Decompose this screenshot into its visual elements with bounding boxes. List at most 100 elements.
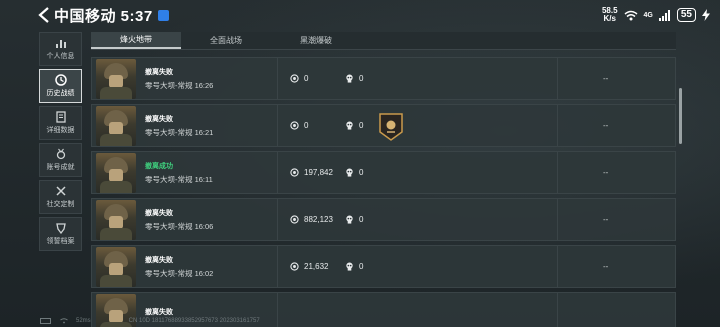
divider — [557, 58, 558, 99]
tab-full-battle[interactable]: 全面战场 — [181, 32, 271, 49]
back-arrow-icon[interactable] — [38, 7, 50, 23]
sidebar: 个人信息 历史战绩 详细数据 账号成就 社交定制 领誓档案 — [39, 32, 82, 251]
sidebar-item-achievements[interactable]: 账号成就 — [39, 143, 82, 177]
extra-stat: -- — [603, 74, 609, 83]
record-info: 撤离失败 零号大坝-常规 16:26 — [145, 67, 275, 91]
bar-chart-icon — [55, 40, 66, 48]
extra-stat: -- — [603, 168, 609, 177]
ping: 52ms — [76, 318, 91, 324]
match-record-row[interactable]: 撤离成功 零号大坝-常规 16:11 197,842 0 -- — [91, 151, 676, 194]
network-speed: 58.5 K/s — [601, 6, 618, 23]
shield-icon — [55, 223, 66, 234]
map-time: 零号大坝-常规 16:02 — [145, 268, 214, 278]
app-notification-icon — [157, 9, 169, 21]
map-time: 零号大坝-常规 16:06 — [145, 221, 214, 231]
sidebar-item-label: 社交定制 — [46, 201, 75, 208]
extra-stat: -- — [603, 262, 609, 271]
sidebar-item-label: 账号成就 — [46, 164, 75, 171]
document-icon — [55, 111, 66, 123]
sidebar-item-details[interactable]: 详细数据 — [39, 106, 82, 140]
extraction-result: 撤离失败 — [145, 68, 173, 76]
kill-count: 0 — [345, 74, 363, 83]
map-time: 零号大坝-常规 16:26 — [145, 80, 214, 90]
status-icons: 58.5 K/s 4G 55 — [602, 7, 710, 23]
coin-icon — [290, 74, 299, 83]
scrollbar[interactable] — [679, 88, 682, 144]
operator-avatar — [96, 246, 136, 287]
operator-avatar — [96, 199, 136, 240]
sidebar-item-profile[interactable]: 个人信息 — [39, 32, 82, 66]
match-record-row[interactable]: 撤离失败 零号大坝-常规 16:21 0 0 -- — [91, 104, 676, 147]
charging-bolt-icon — [702, 9, 710, 21]
extraction-result: 撤离失败 — [145, 309, 173, 316]
map-time: 零号大坝-常规 16:11 — [145, 174, 213, 184]
coin-icon — [290, 262, 299, 271]
sidebar-item-label: 详细数据 — [46, 127, 75, 134]
coin-icon — [290, 168, 299, 177]
battery-small-icon — [40, 318, 51, 324]
coin-icon — [290, 215, 299, 224]
extraction-result: 撤离失败 — [145, 209, 173, 217]
kill-count: 0 — [345, 262, 363, 271]
wifi-small-icon — [60, 318, 68, 324]
tab-firezone[interactable]: 烽火地带 — [91, 32, 181, 49]
divider — [277, 199, 278, 240]
skull-icon — [346, 262, 353, 271]
battery-indicator: 55 — [676, 8, 696, 22]
kill-count: 0 — [345, 168, 363, 177]
sidebar-item-archive[interactable]: 领誓档案 — [39, 217, 82, 251]
match-record-row[interactable]: 撤离失败 零号大坝-常规 16:02 21,632 0 -- — [91, 245, 676, 288]
skull-icon — [346, 215, 353, 224]
divider — [557, 199, 558, 240]
divider — [277, 152, 278, 193]
extraction-result: 撤离失败 — [145, 115, 173, 123]
divider — [277, 58, 278, 99]
divider — [277, 293, 278, 327]
skull-icon — [346, 168, 353, 177]
signal-icon — [658, 9, 670, 21]
extra-stat: -- — [603, 215, 609, 224]
clock-icon — [54, 74, 67, 86]
loot-value: 882,123 — [290, 215, 333, 224]
extra-stat: -- — [603, 121, 609, 130]
skull-icon — [346, 121, 353, 130]
extraction-result: 撤离失败 — [145, 256, 173, 264]
carrier-time: 中国移动 5:37 — [54, 7, 153, 25]
divider — [557, 246, 558, 287]
extraction-result: 撤离成功 — [145, 162, 173, 170]
kill-count: 0 — [345, 121, 363, 130]
record-info: 撤离成功 零号大坝-常规 16:11 — [145, 161, 275, 185]
map-time: 零号大坝-常规 16:21 — [145, 127, 214, 137]
player-id-text: CN 10D 18117688933852957673 202303161757 — [128, 318, 260, 324]
divider — [557, 293, 558, 327]
divider — [277, 246, 278, 287]
match-history-list: 撤离失败 零号大坝-常规 16:26 0 0 -- 撤离失败 零号大坝-常规 1… — [91, 57, 676, 327]
sidebar-item-label: 历史战绩 — [46, 90, 75, 97]
kill-count: 0 — [345, 215, 363, 224]
record-info: 撤离失败 零号大坝-常规 16:06 — [145, 208, 275, 232]
operator-avatar — [96, 58, 136, 99]
medal-icon — [56, 148, 65, 160]
status-bar: 中国移动 5:37 58.5 K/s 4G 55 — [0, 0, 720, 30]
record-info: 撤离失败 零号大坝-常规 16:02 — [145, 255, 275, 279]
operator-avatar — [96, 152, 136, 193]
tab-dark-tide[interactable]: 黑潮爆破 — [271, 32, 361, 49]
match-record-row[interactable]: 撤离失败 零号大坝-常规 16:26 0 0 -- — [91, 57, 676, 100]
sidebar-item-history[interactable]: 历史战绩 — [39, 69, 82, 103]
divider — [557, 105, 558, 146]
loot-value: 21,632 — [290, 262, 328, 271]
sidebar-item-social[interactable]: 社交定制 — [39, 180, 82, 214]
match-record-row[interactable]: 撤离失败 零号大坝-常规 16:06 882,123 0 -- — [91, 198, 676, 241]
wifi-icon — [624, 10, 638, 20]
tools-icon — [55, 186, 66, 196]
divider — [557, 152, 558, 193]
loot-value: 197,842 — [290, 168, 333, 177]
achievement-badge-icon — [379, 113, 403, 141]
coin-icon — [290, 121, 299, 130]
bottom-info: 52ms CN 10D 18117688933852957673 2023031… — [40, 318, 260, 324]
sidebar-item-label: 个人信息 — [46, 53, 75, 60]
mode-tabs: 烽火地带 全面战场 黑潮爆破 — [91, 32, 676, 50]
record-info: 撤离失败 零号大坝-常规 16:21 — [145, 114, 275, 138]
sidebar-item-label: 领誓档案 — [46, 238, 75, 245]
loot-value: 0 — [290, 121, 308, 130]
